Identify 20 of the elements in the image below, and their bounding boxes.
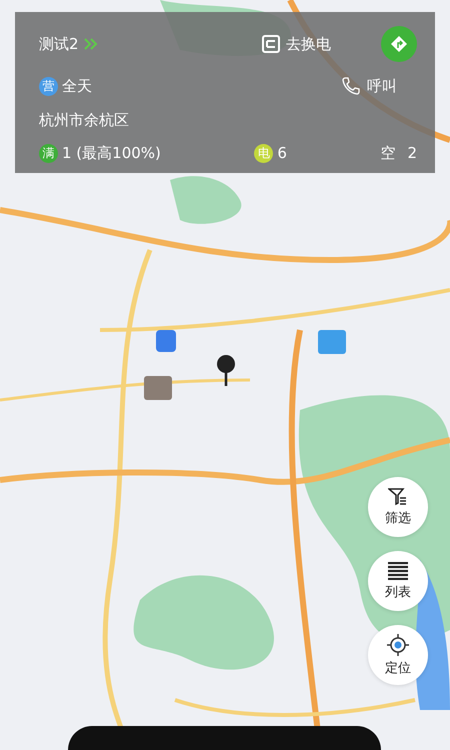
- hours-badge: 营: [39, 76, 58, 96]
- opening-hours: 全天: [62, 76, 92, 96]
- call-button[interactable]: 呼叫: [341, 76, 397, 96]
- station-address: 杭州市余杭区: [39, 110, 129, 130]
- stat-value: 6: [277, 144, 287, 162]
- list-icon: [388, 562, 408, 580]
- locate-icon: [387, 634, 409, 656]
- double-chevron-icon: [82, 37, 99, 51]
- swap-battery-button[interactable]: 去换电: [262, 34, 331, 54]
- stat-label: 空: [380, 144, 396, 163]
- stat-value: 2: [407, 144, 417, 162]
- navigation-icon: [391, 36, 407, 52]
- filter-icon: [388, 488, 408, 506]
- phone-icon: [341, 76, 361, 96]
- battery-swap-icon: [262, 35, 280, 53]
- stat-badge: 电: [254, 144, 274, 163]
- stat-value: 1 (最高100%): [62, 144, 161, 163]
- stat-badge: 满: [39, 144, 58, 163]
- navigation-button[interactable]: [381, 26, 417, 62]
- station-name: 测试2: [39, 34, 79, 54]
